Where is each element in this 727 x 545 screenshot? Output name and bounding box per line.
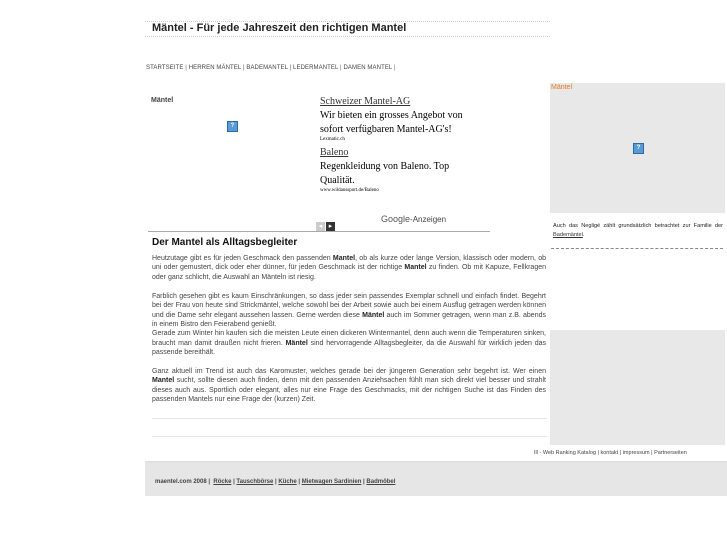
article-paragraph: Farblich gesehen gibt es kaum Einschränk… <box>152 292 546 358</box>
article-body: Heutzutage gibt es für jeden Geschmack d… <box>152 254 546 414</box>
link-web-ranking[interactable]: Ill - Web Ranking Katalog <box>534 450 596 456</box>
ad-title-link[interactable]: Schweizer Mantel-AG <box>320 96 480 107</box>
link-kontakt[interactable]: kontakt <box>600 450 618 456</box>
google-logo: Google <box>381 214 411 224</box>
footer-copyright: maentel.com 2008 | <box>155 479 211 485</box>
ad-prev-button[interactable]: ◂ <box>316 222 325 231</box>
nav-link-ledermantel[interactable]: LEDERMANTEL <box>293 65 338 71</box>
ad-item: Schweizer Mantel-AG Wir bieten ein gross… <box>320 96 480 142</box>
sidebar-divider <box>551 248 723 249</box>
article-paragraph: Ganz aktuell im Trend ist auch das Karom… <box>152 367 546 405</box>
ad-url[interactable]: Lexmatic.ch <box>320 137 480 142</box>
footer-link-roecke[interactable]: Röcke <box>213 479 231 485</box>
question-icon[interactable]: ? <box>633 143 644 154</box>
nav-link-bademantel[interactable]: BADEMANTEL <box>246 65 287 71</box>
ad-body: Regenkleidung von Baleno. Top Qualität. <box>320 161 450 186</box>
nav-link-startseite[interactable]: STARTSEITE <box>146 65 183 71</box>
page-title: Mäntel - Für jede Jahreszeit den richtig… <box>152 22 407 34</box>
ads-label-text: -Anzeigen <box>410 215 447 224</box>
link-partnerseiten[interactable]: Partnerseiten <box>654 450 687 456</box>
keyword-link[interactable]: Mantel <box>152 377 174 384</box>
ad-block: Schweizer Mantel-AG Wir bieten ein gross… <box>320 96 480 198</box>
ad-body: Wir bieten ein grosses Angebot von sofor… <box>320 110 463 135</box>
ad-title-link[interactable]: Baleno <box>320 147 480 158</box>
text: sucht, sollte diesen auch finden, denn m… <box>152 377 546 404</box>
footer-links: maentel.com 2008 | Röcke | Tauschbörse |… <box>155 479 396 485</box>
sidebar-box-lower <box>550 330 725 445</box>
text: . <box>582 231 585 238</box>
text: Ganz aktuell im Trend ist auch das Karom… <box>152 368 546 376</box>
sidebar-text: Auch das Negligé zählt grundsätzlich bet… <box>553 222 723 239</box>
top-navigation: STARTSEITE | HERREN MÄNTEL | BADEMANTEL … <box>146 65 396 71</box>
nav-link-damen-mantel[interactable]: DAMEN MANTEL <box>344 65 393 71</box>
article-divider <box>152 418 547 419</box>
link-impressum[interactable]: impressum <box>623 450 650 456</box>
bademaentel-link[interactable]: Bademäntel <box>553 232 583 238</box>
article-divider <box>152 436 547 437</box>
text: Auch das Negligé zählt grundsätzlich bet… <box>553 223 723 229</box>
article-paragraph: Heutzutage gibt es für jeden Geschmack d… <box>152 254 546 282</box>
keyword: Mantel <box>332 255 356 262</box>
sidebar-heading: Mäntel <box>551 84 573 91</box>
footer-link-mietwagen[interactable]: Mietwagen Sardinien <box>302 479 362 485</box>
footer-link-tauschboerse[interactable]: Tauschbörse <box>236 479 273 485</box>
footer-link-badmoebel[interactable]: Badmöbel <box>366 479 395 485</box>
article-title: Der Mantel als Alltagsbegleiter <box>152 237 298 248</box>
text: Heutzutage gibt es für jeden Geschmack d… <box>152 255 333 262</box>
ad-next-button[interactable]: ▸ <box>326 222 335 231</box>
left-section-label: Mäntel <box>151 97 174 104</box>
keyword: Mäntel <box>362 311 385 319</box>
footer-link-kueche[interactable]: Küche <box>278 479 296 485</box>
google-ads-label[interactable]: Google-Anzeigen <box>381 214 446 224</box>
nav-link-herren-maentel[interactable]: HERREN MÄNTEL <box>189 65 241 71</box>
question-icon[interactable]: ? <box>227 121 238 132</box>
keyword: Mäntel <box>285 339 308 347</box>
bottom-links: Ill - Web Ranking Katalog | kontakt | im… <box>534 450 687 456</box>
ad-item: Baleno Regenkleidung von Baleno. Top Qua… <box>320 147 480 193</box>
keyword: Mantel <box>404 264 427 272</box>
ads-divider <box>148 231 490 232</box>
ad-url[interactable]: www.wildanssport.de/Baleno <box>320 188 480 193</box>
header-bottom-rule <box>145 36 550 37</box>
